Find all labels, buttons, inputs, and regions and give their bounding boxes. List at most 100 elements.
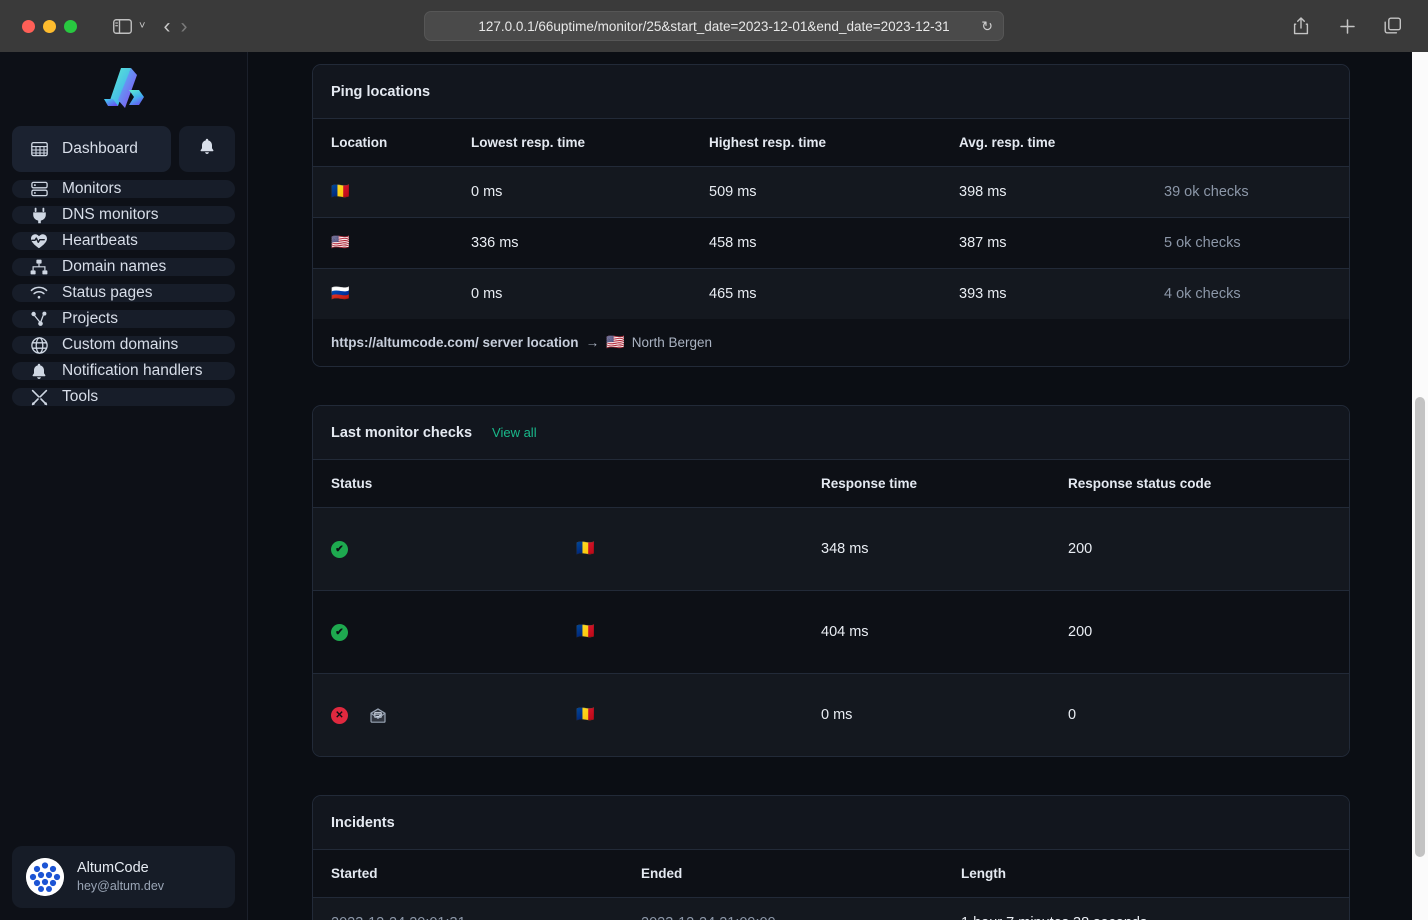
incidents-table: Started Ended Length 2023-12-24 20:01:31…	[313, 850, 1349, 920]
back-button[interactable]: ‹	[163, 16, 170, 37]
cell-location: 🇺🇸	[313, 218, 453, 269]
server-location-name: North Bergen	[632, 335, 712, 350]
flag-icon-us: 🇺🇸	[331, 234, 350, 251]
cell-avg: 398 ms	[941, 167, 1146, 218]
sidebar-item-label: Monitors	[62, 180, 121, 198]
card-title: Ping locations	[331, 84, 430, 100]
sidebar-item-heartbeats[interactable]: Heartbeats	[12, 232, 235, 250]
cell-checks: 39 ok checks	[1146, 167, 1349, 218]
cell-flag: 🇷🇴	[558, 674, 803, 757]
close-window-button[interactable]	[22, 20, 35, 33]
ping-locations-table: Location Lowest resp. time Highest resp.…	[313, 119, 1349, 319]
ping-locations-card: Ping locations Location Lowest resp. tim…	[312, 64, 1350, 367]
plug-icon	[30, 206, 48, 224]
flag-icon-ro: 🇷🇴	[576, 706, 595, 723]
chevron-down-icon[interactable]: ˅	[139, 20, 145, 32]
server-location-link[interactable]: https://altumcode.com/ server location	[331, 335, 579, 350]
sidebar-item-domain-names[interactable]: Domain names	[12, 258, 235, 276]
user-email: hey@altum.dev	[77, 878, 164, 895]
column-header-flag	[558, 460, 803, 508]
cell-started: 2023-12-24 20:01:31	[313, 898, 623, 920]
cell-response-time: 348 ms	[803, 508, 1050, 591]
sidebar-item-label: Projects	[62, 310, 118, 328]
ping-locations-header: Ping locations	[313, 65, 1349, 119]
cell-location: 🇷🇴	[313, 167, 453, 218]
cell-length: 1 hour 7 minutes 38 seconds	[943, 898, 1349, 920]
new-tab-icon[interactable]	[1332, 11, 1362, 41]
status-fail-icon: ✕	[331, 707, 348, 724]
scrollbar-thumb[interactable]	[1415, 397, 1425, 857]
forward-button[interactable]: ›	[180, 16, 187, 37]
sidebar-row-dashboard: Dashboard	[12, 126, 235, 172]
sidebar-item-notification-handlers[interactable]: Notification handlers	[12, 362, 235, 380]
cell-highest: 465 ms	[691, 269, 941, 320]
table-row[interactable]: ✔ 🇷🇴 348 ms 200 9 days ago	[313, 508, 1350, 591]
page-scrollbar[interactable]	[1412, 52, 1428, 920]
sidebar-item-tools[interactable]: Tools	[12, 388, 235, 406]
incidents-card: Incidents Started Ended Length 2023-12-2…	[312, 795, 1350, 920]
column-header-avg: Avg. resp. time	[941, 119, 1146, 167]
bell-icon	[30, 362, 48, 380]
notifications-button[interactable]	[179, 126, 235, 172]
table-row[interactable]: 🇷🇺 0 ms 465 ms 393 ms 4 ok checks	[313, 269, 1349, 320]
table-row[interactable]: 2023-12-24 20:01:31 2023-12-24 21:09:09 …	[313, 898, 1349, 920]
avatar	[26, 858, 64, 896]
table-row[interactable]: ✔ 🇷🇴 404 ms 200 9 days ago	[313, 591, 1350, 674]
table-row[interactable]: 🇷🇴 0 ms 509 ms 398 ms 39 ok checks	[313, 167, 1349, 218]
view-all-link[interactable]: View all	[492, 425, 537, 440]
column-header-ended: Ended	[623, 850, 943, 898]
address-bar[interactable]: 127.0.0.1/66uptime/monitor/25&start_date…	[424, 11, 1004, 41]
sidebar-item-label: Domain names	[62, 258, 166, 276]
column-header-status: Status	[313, 460, 558, 508]
app-root: Dashboard	[0, 52, 1428, 920]
sidebar-item-custom-domains[interactable]: Custom domains	[12, 336, 235, 354]
sidebar-item-dashboard[interactable]: Dashboard	[12, 126, 171, 172]
sidebar-item-dns-monitors[interactable]: DNS monitors	[12, 206, 235, 224]
column-header-checks	[1146, 119, 1349, 167]
show-tabs-icon[interactable]	[1378, 11, 1408, 41]
column-header-started: Started	[313, 850, 623, 898]
sidebar: Dashboard	[0, 52, 248, 920]
sidebar-item-label: Status pages	[62, 284, 152, 302]
status-ok-icon: ✔	[331, 624, 348, 641]
reload-icon[interactable]: ↻	[981, 18, 993, 35]
flag-icon-ro: 🇷🇴	[576, 540, 595, 557]
user-profile-card[interactable]: AltumCode hey@altum.dev	[12, 846, 235, 908]
column-header-response-time: Response time	[803, 460, 1050, 508]
card-title: Last monitor checks	[331, 425, 472, 441]
share-icon[interactable]	[1286, 11, 1316, 41]
card-title: Incidents	[331, 815, 395, 831]
table-row[interactable]: 🇺🇸 336 ms 458 ms 387 ms 5 ok checks	[313, 218, 1349, 269]
maximize-window-button[interactable]	[64, 20, 77, 33]
table-header-row: Location Lowest resp. time Highest resp.…	[313, 119, 1349, 167]
sidebar-item-status-pages[interactable]: Status pages	[12, 284, 235, 302]
sidebar-item-label: DNS monitors	[62, 206, 158, 224]
status-cell: ✕	[331, 707, 540, 724]
cell-avg: 393 ms	[941, 269, 1146, 320]
cell-flag: 🇷🇴	[558, 508, 803, 591]
sidebar-item-monitors[interactable]: Monitors	[12, 180, 235, 198]
table-header-row: Status Response time Response status cod…	[313, 460, 1350, 508]
traffic-lights	[22, 20, 77, 33]
last-monitor-checks-card: Last monitor checks View all Status Resp…	[312, 405, 1350, 757]
column-header-lowest: Lowest resp. time	[453, 119, 691, 167]
arrow-right-icon: →	[586, 335, 600, 350]
sidebar-item-projects[interactable]: Projects	[12, 310, 235, 328]
project-icon	[30, 310, 48, 328]
column-header-location: Location	[313, 119, 453, 167]
last-monitor-checks-table: Status Response time Response status cod…	[313, 460, 1350, 756]
app-logo[interactable]	[12, 52, 235, 122]
cell-location: 🇷🇺	[313, 269, 453, 320]
cell-status-code: 200	[1050, 508, 1350, 591]
cell-status: ✔	[313, 508, 558, 591]
table-row[interactable]: ✕ 🇷	[313, 674, 1350, 757]
sitemap-icon	[30, 258, 48, 276]
browser-nav-arrows: ‹ ›	[163, 16, 187, 37]
cell-highest: 509 ms	[691, 167, 941, 218]
minimize-window-button[interactable]	[43, 20, 56, 33]
altumcode-logo-icon	[101, 66, 147, 108]
sidebar-toggle-icon[interactable]	[107, 11, 137, 41]
sidebar-nav: Dashboard	[12, 126, 235, 406]
server-icon	[30, 180, 48, 198]
user-name: AltumCode	[77, 859, 164, 879]
